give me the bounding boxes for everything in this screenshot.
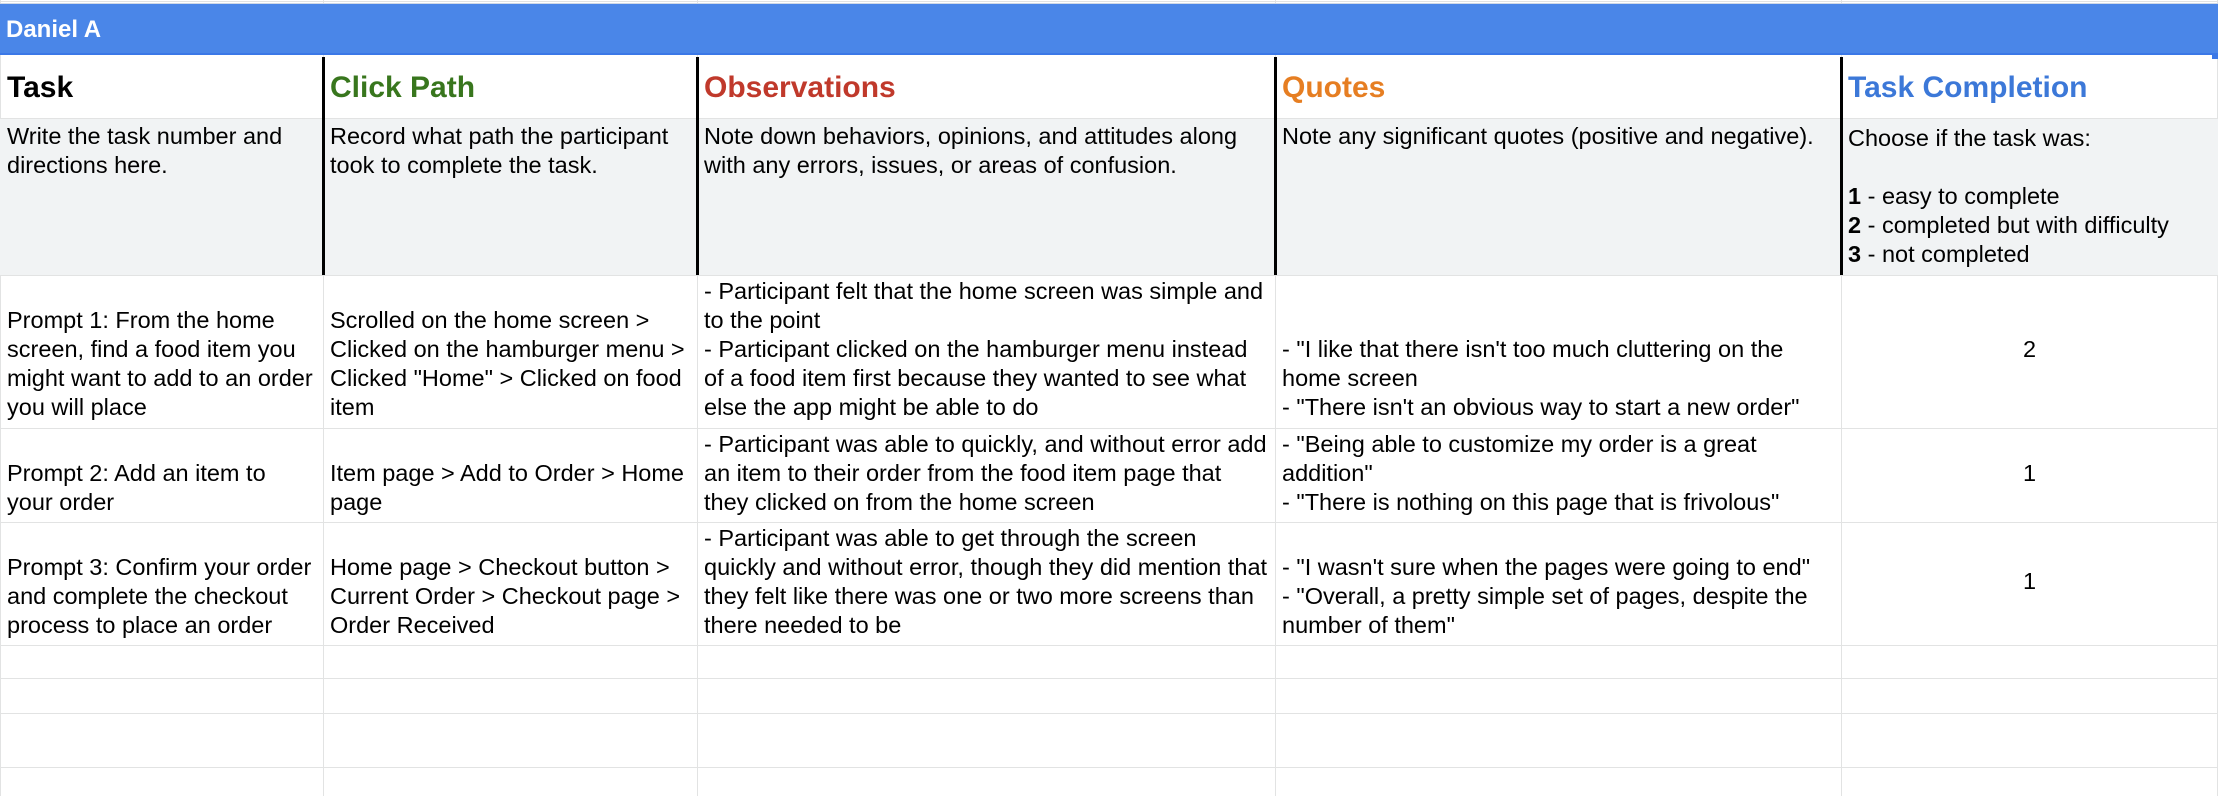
header-task-completion[interactable]: Task Completion [1841,57,2218,118]
header-click-path[interactable]: Click Path [323,57,697,118]
cell-selection-handle[interactable] [2212,53,2218,59]
description-row: Write the task number and directions her… [0,119,2218,275]
cell-task[interactable]: Prompt 3: Confirm your order and complet… [0,553,323,640]
scale-item-2: 2 - completed but with difficulty [1848,212,2169,238]
task-text: Prompt 3: Confirm your order and complet… [7,554,312,638]
quotes-text: - "I wasn't sure when the pages were goi… [1282,554,1811,638]
cell-click-path[interactable]: Home page > Checkout button > Current Or… [323,553,697,640]
cell-click-path[interactable]: Scrolled on the home screen > Clicked on… [323,306,697,422]
observations-text: - Participant was able to get through th… [704,525,1268,638]
desc-quotes-text: Note any significant quotes (positive an… [1282,123,1814,149]
header-task[interactable]: Task [0,57,323,118]
desc-quotes[interactable]: Note any significant quotes (positive an… [1275,122,1841,272]
desc-observations-text: Note down behaviors, opinions, and attit… [704,123,1238,178]
desc-task[interactable]: Write the task number and directions her… [0,122,323,272]
table-row: Prompt 3: Confirm your order and complet… [0,523,2218,645]
click-path-text: Scrolled on the home screen > Clicked on… [330,307,685,420]
header-observations[interactable]: Observations [697,57,1275,118]
cell-completion[interactable]: 1 [1841,567,2218,596]
desc-task-completion[interactable]: Choose if the task was: 1 - easy to comp… [1841,124,2218,274]
completion-value: 1 [2022,460,2037,486]
participant-name: Daniel A [6,16,102,43]
click-path-text: Item page > Add to Order > Home page [330,460,685,515]
cell-task[interactable]: Prompt 2: Add an item to your order [0,459,323,517]
column-header-row: Task Click Path Observations Quotes Task… [0,57,2218,118]
cell-completion[interactable]: 1 [1841,459,2218,488]
cell-completion[interactable]: 2 [1841,335,2218,364]
quotes-text: - "Being able to customize my order is a… [1282,431,1780,515]
table-row: Prompt 1: From the home screen, find a f… [0,276,2218,428]
click-path-text: Home page > Checkout button > Current Or… [330,554,681,638]
cell-observations[interactable]: - Participant felt that the home screen … [697,277,1275,422]
cell-observations[interactable]: - Participant was able to get through th… [697,524,1275,640]
cell-quotes[interactable]: - "I like that there isn't too much clut… [1275,335,1841,422]
desc-click-path[interactable]: Record what path the participant took to… [323,122,697,272]
header-quotes[interactable]: Quotes [1275,57,1841,118]
cell-click-path[interactable]: Item page > Add to Order > Home page [323,459,697,517]
cell-task[interactable]: Prompt 1: From the home screen, find a f… [0,306,323,422]
desc-click-path-text: Record what path the participant took to… [330,123,669,178]
scale-item-1: 1 - easy to complete [1848,183,2060,209]
completion-value: 2 [2022,336,2037,362]
quotes-text: - "I like that there isn't too much clut… [1282,336,1800,420]
participant-header-bar[interactable]: Daniel A [0,3,2218,55]
cell-quotes[interactable]: - "Being able to customize my order is a… [1275,430,1841,517]
scale-item-3: 3 - not completed [1848,241,2030,267]
completion-value: 1 [2022,568,2037,594]
observations-text: - Participant felt that the home screen … [704,278,1264,420]
table-row: Prompt 2: Add an item to your order Item… [0,429,2218,522]
desc-task-text: Write the task number and directions her… [7,123,283,178]
desc-observations[interactable]: Note down behaviors, opinions, and attit… [697,122,1275,272]
task-text: Prompt 2: Add an item to your order [7,460,266,515]
observations-text: - Participant was able to quickly, and w… [704,431,1267,515]
task-text: Prompt 1: From the home screen, find a f… [7,307,313,420]
cell-quotes[interactable]: - "I wasn't sure when the pages were goi… [1275,553,1841,640]
desc-completion-intro: Choose if the task was: [1848,125,2091,151]
cell-observations[interactable]: - Participant was able to quickly, and w… [697,430,1275,517]
